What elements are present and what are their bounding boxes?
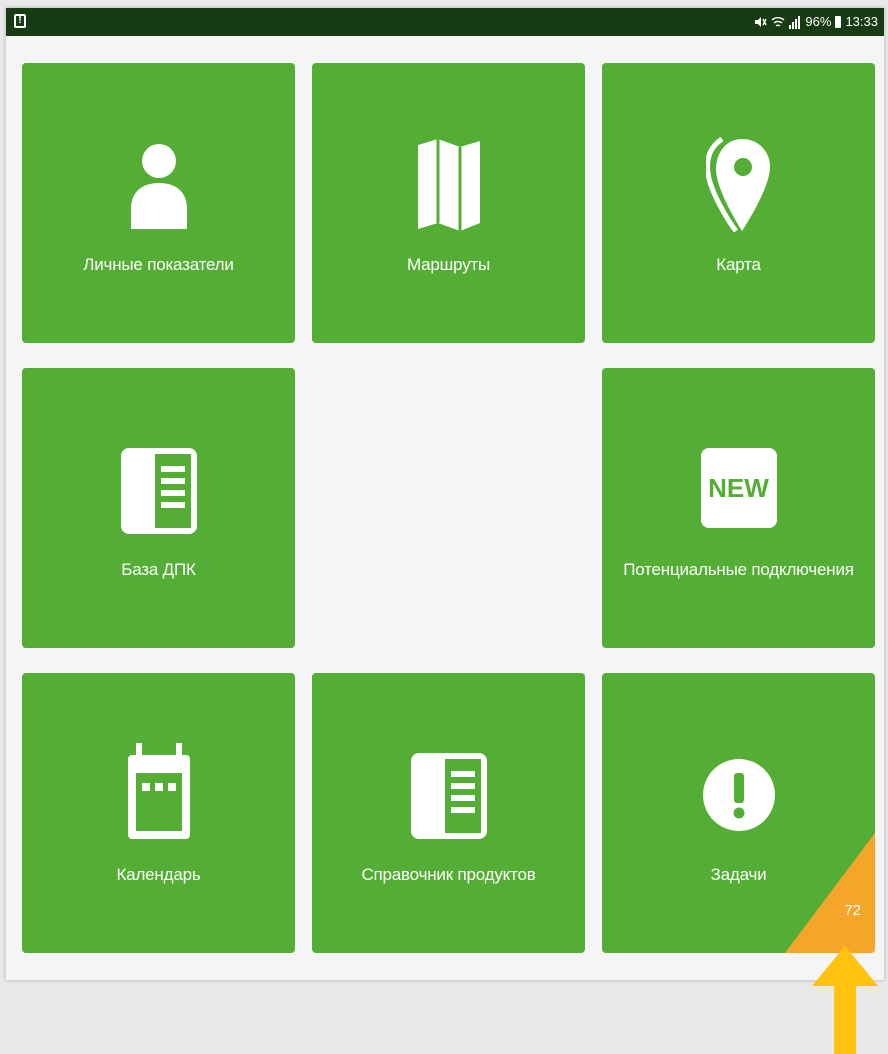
book-icon (410, 753, 487, 839)
tile-calendar[interactable]: Календарь (22, 673, 295, 953)
signal-icon (789, 15, 801, 29)
person-icon (130, 144, 187, 229)
book-icon (120, 448, 197, 534)
tile-label: Справочник продуктов (361, 865, 536, 884)
tile-label: Потенциальные подключения (623, 560, 854, 579)
status-bar: ! 96% 13:33 (6, 8, 884, 36)
clock: 13:33 (845, 14, 878, 29)
map-icon (417, 139, 480, 231)
tile-label: Карта (716, 255, 761, 274)
status-indicators: 96% 13:33 (753, 14, 878, 29)
up-arrow-annotation (812, 946, 878, 1054)
new-badge-text: NEW (708, 473, 769, 503)
exclamation-icon (702, 759, 775, 831)
tile-tasks[interactable]: Задачи 72 (602, 673, 875, 953)
battery-icon (835, 15, 842, 28)
tile-personal-stats[interactable]: Личные показатели (22, 63, 295, 343)
notification-icon: ! (14, 14, 26, 28)
location-pin-icon (705, 136, 770, 233)
task-count: 72 (844, 902, 861, 919)
app-screen: ! 96% 13:33 Личные показатели Маршруты К… (6, 8, 884, 980)
tile-label: Маршруты (406, 255, 491, 274)
tile-map[interactable]: Карта (602, 63, 875, 343)
task-count-badge (785, 833, 875, 953)
tile-routes[interactable]: Маршруты (312, 63, 585, 343)
tile-label: Календарь (116, 865, 201, 884)
tile-dpk-base[interactable]: База ДПК (22, 368, 295, 648)
calendar-icon (127, 743, 190, 839)
tile-label: Личные показатели (83, 255, 234, 274)
mute-icon (755, 16, 768, 27)
tile-label: База ДПК (121, 560, 196, 579)
tile-potential-connections[interactable]: NEW Потенциальные подключения (602, 368, 875, 648)
wifi-icon (771, 16, 785, 27)
battery-percent: 96% (805, 14, 832, 29)
tile-product-directory[interactable]: Справочник продуктов (312, 673, 585, 953)
new-badge-icon: NEW (700, 448, 777, 528)
